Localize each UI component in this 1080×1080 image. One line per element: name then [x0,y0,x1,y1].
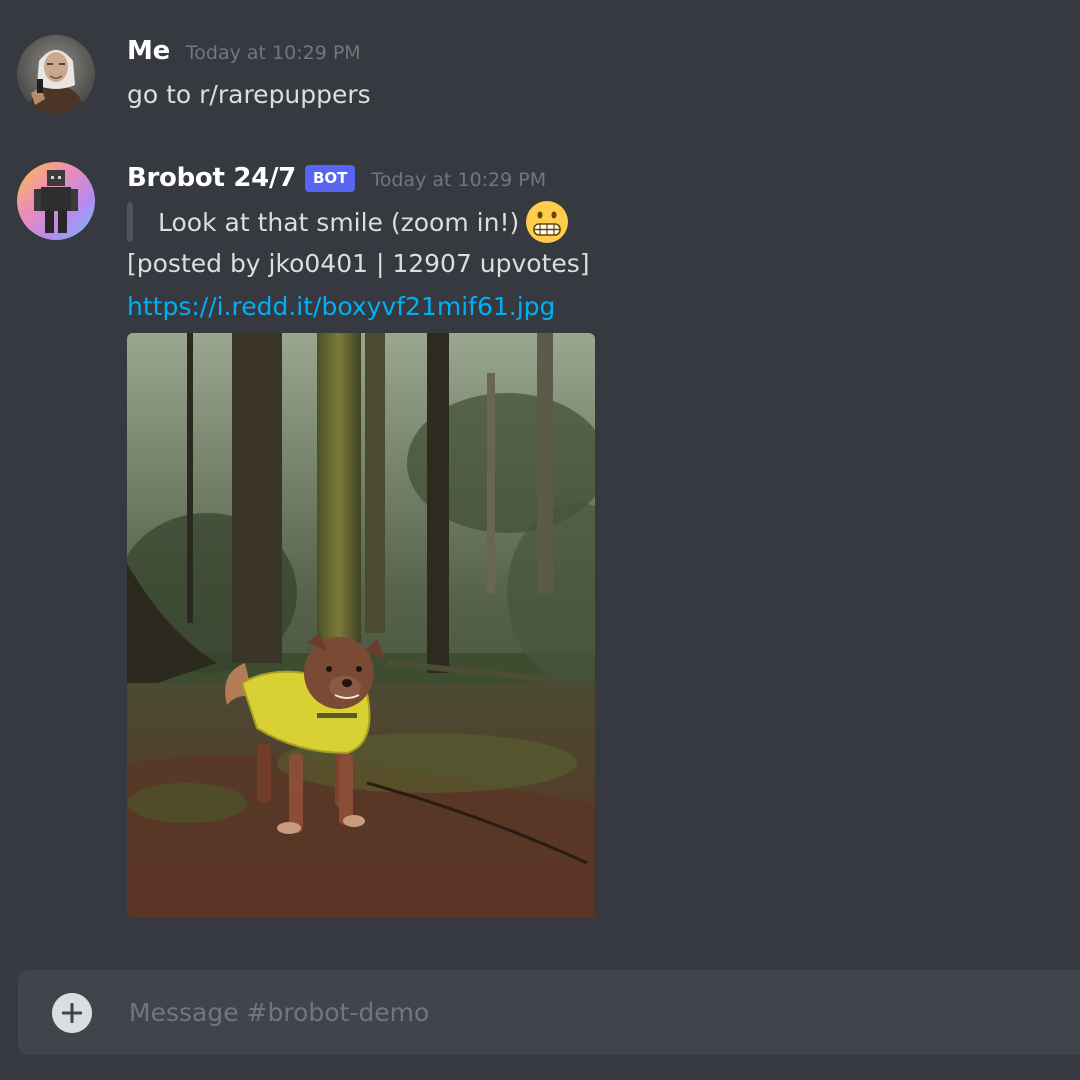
bot-badge: BOT [304,164,356,192]
blockquote: Look at that smile (zoom in!) [127,200,569,244]
quote-bar [127,202,133,242]
plus-circle-icon [52,992,92,1033]
user-avatar[interactable] [17,35,95,113]
message-input[interactable] [127,997,1080,1028]
message-composer [18,970,1080,1055]
author-name[interactable]: Me [127,36,170,66]
dog-forest-image [127,333,595,918]
bot-avatar[interactable] [17,162,95,240]
robot-avatar-icon [17,162,95,240]
post-meta: [posted by jko0401 | 12907 upvotes] [127,249,590,278]
add-attachment-button[interactable] [52,992,92,1033]
bot-author-name[interactable]: Brobot 24/7 [127,163,296,193]
message-timestamp: Today at 10:29 PM [185,42,361,64]
grimacing-face-icon [526,201,569,243]
bot-message-timestamp: Today at 10:29 PM [371,169,547,191]
embedded-image[interactable] [127,333,595,918]
message-text: go to r/rarepuppers [127,80,371,109]
witcher-avatar-icon [17,35,95,113]
image-link[interactable]: https://i.redd.it/boxyvf21mif61.jpg [127,292,555,321]
quote-text: Look at that smile (zoom in!) [158,207,520,237]
